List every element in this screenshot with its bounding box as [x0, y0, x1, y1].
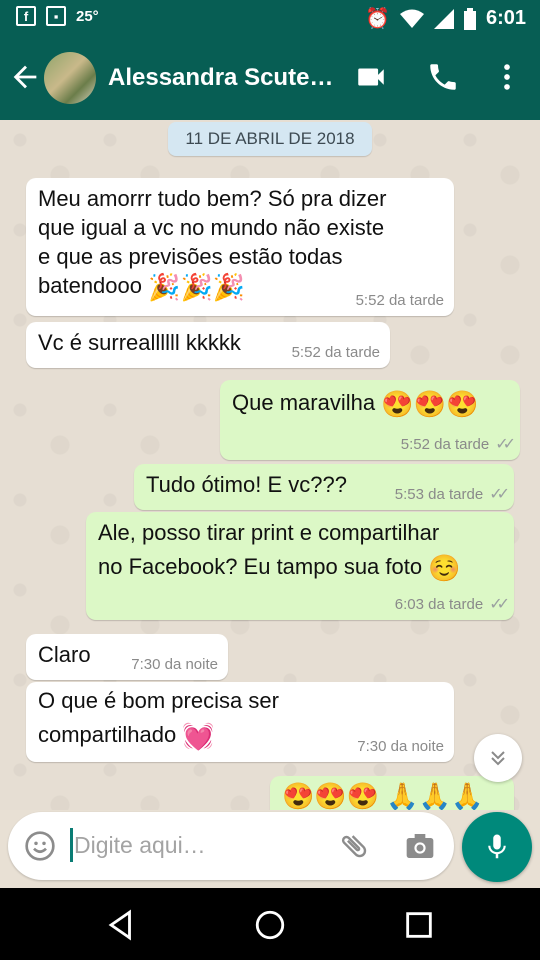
message-text: Claro	[38, 642, 91, 667]
message-time: 7:30 da noite	[131, 656, 218, 673]
message-bubble-incoming[interactable]: Claro 7:30 da noite	[26, 634, 228, 680]
message-line: Meu amorrr tudo bem? Só pra dizer	[38, 186, 387, 211]
message-bubble-outgoing[interactable]: Ale, posso tirar print e compartilhar no…	[86, 512, 514, 620]
status-bar: f ▪ 25° ⏰ 6:01	[0, 0, 540, 36]
message-time: 5:52 da tarde	[291, 344, 380, 361]
temperature-label: 25°	[76, 7, 99, 25]
heart-eyes-pray-emoji: 😍😍😍 🙏🙏🙏	[282, 781, 484, 810]
message-bubble-incoming[interactable]: Meu amorrr tudo bem? Só pra dizer que ig…	[26, 178, 454, 316]
emoji-smile-icon[interactable]	[24, 830, 56, 862]
read-ticks-icon: ✓✓	[495, 436, 516, 453]
clock: 6:01	[485, 7, 526, 29]
message-line: compartilhado	[38, 722, 177, 747]
alarm-icon: ⏰	[365, 8, 390, 30]
smiling-face-emoji: ☺️	[428, 553, 461, 584]
read-ticks-icon: ✓✓	[489, 596, 510, 613]
avatar[interactable]	[44, 52, 96, 104]
message-time: 5:52 da tarde	[400, 436, 490, 453]
message-bubble-outgoing[interactable]: Tudo ótimo! E vc??? 5:53 da tarde ✓✓	[134, 464, 514, 510]
wifi-icon	[399, 9, 424, 28]
status-right: ⏰ 6:01	[365, 6, 526, 31]
message-line: Ale, posso tirar print e compartilhar	[98, 520, 440, 545]
message-bubble-outgoing[interactable]: Que maravilha 😍😍😍 5:52 da tarde ✓✓	[220, 380, 520, 460]
message-line: O que é bom precisa ser	[38, 688, 279, 713]
message-line: que igual a vc no mundo não existe	[38, 215, 385, 240]
date-chip: 11 DE ABRIL DE 2018	[168, 122, 372, 156]
contact-name[interactable]: Alessandra Scute…	[108, 64, 333, 92]
battery-icon	[463, 7, 476, 30]
message-line: e que as previsões estão todas	[38, 244, 343, 269]
message-text: Que maravilha	[232, 390, 376, 415]
message-bubble-outgoing[interactable]: 😍😍😍 🙏🙏🙏	[270, 776, 514, 810]
heart-eyes-emoji: 😍😍😍	[381, 389, 479, 420]
facebook-notification-icon: f	[16, 6, 36, 26]
arrow-left-icon[interactable]	[8, 60, 42, 94]
message-time: 5:53 da tarde	[394, 486, 484, 503]
message-composer[interactable]: Digite aqui…	[8, 812, 454, 880]
message-line: batendooo	[38, 273, 142, 298]
message-text: Tudo ótimo! E vc???	[146, 472, 347, 497]
chat-header: Alessandra Scute…	[0, 36, 540, 120]
message-time: 6:03 da tarde	[394, 596, 484, 613]
text-caret	[70, 828, 73, 862]
phone-icon[interactable]	[426, 60, 460, 94]
paperclip-icon[interactable]	[338, 830, 370, 862]
status-left: f ▪ 25°	[16, 6, 99, 26]
message-time: 5:52 da tarde	[355, 292, 444, 309]
message-bubble-incoming[interactable]: O que é bom precisa ser compartilhado 💓 …	[26, 682, 454, 762]
signal-icon	[433, 8, 454, 29]
mic-icon	[488, 834, 506, 859]
message-input[interactable]: Digite aqui…	[74, 832, 206, 859]
videocam-icon[interactable]	[354, 60, 388, 94]
back-triangle-icon[interactable]	[104, 908, 138, 942]
message-time: 7:30 da noite	[357, 738, 444, 755]
read-ticks-icon: ✓✓	[489, 486, 510, 503]
home-circle-icon[interactable]	[253, 908, 287, 942]
scroll-down-button[interactable]	[474, 734, 522, 782]
more-vert-icon[interactable]	[490, 60, 524, 94]
message-bubble-incoming[interactable]: Vc é surreallllll kkkkk 5:52 da tarde	[26, 322, 390, 368]
chat-area[interactable]: 11 DE ABRIL DE 2018 Meu amorrr tudo bem?…	[0, 120, 540, 810]
mic-button[interactable]	[462, 812, 532, 882]
camera-icon[interactable]	[404, 830, 436, 862]
navigation-bar	[0, 888, 540, 960]
party-popper-emoji: 🎉🎉🎉	[148, 272, 246, 303]
recents-square-icon[interactable]	[402, 908, 436, 942]
double-chevron-down-icon	[491, 751, 505, 766]
message-line: no Facebook? Eu tampo sua foto	[98, 554, 423, 579]
beating-heart-emoji: 💓	[182, 721, 215, 752]
image-notification-icon: ▪	[46, 6, 66, 26]
message-text: Vc é surreallllll kkkkk	[38, 330, 241, 355]
